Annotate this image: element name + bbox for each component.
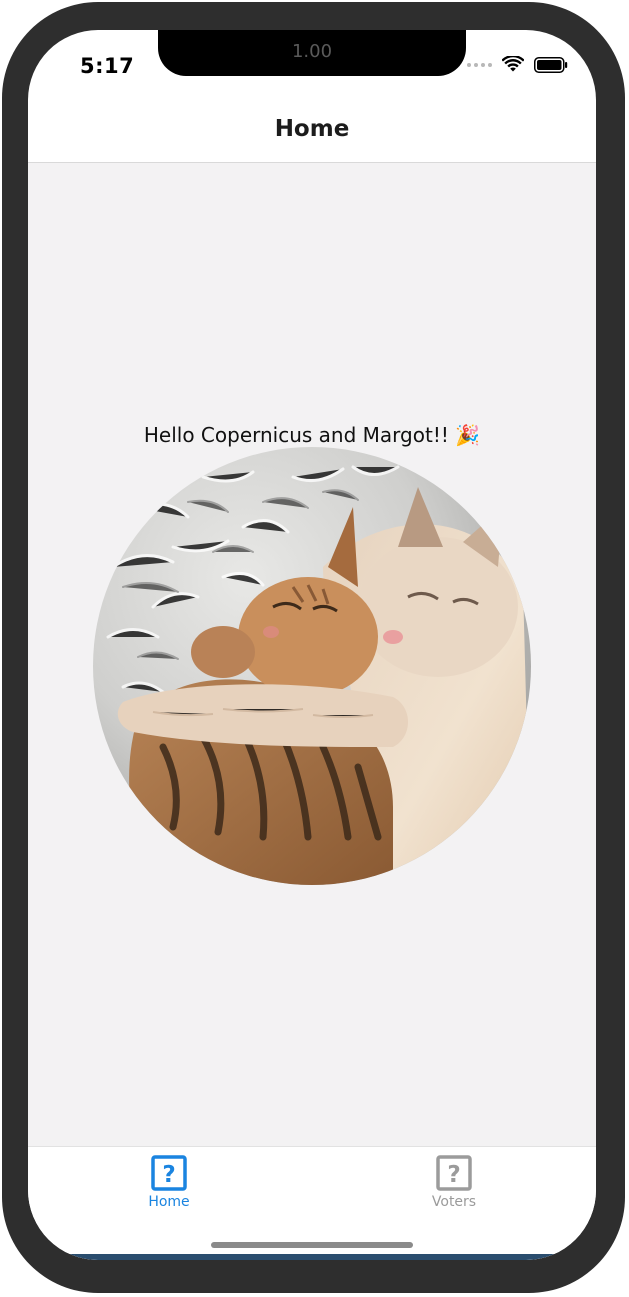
phone-screen: 5:17 1.00 Home Hello Copernicus and Marg… bbox=[28, 30, 596, 1260]
question-box-icon: ? bbox=[436, 1155, 472, 1191]
cats-photo bbox=[93, 447, 531, 885]
tab-home[interactable]: ? Home bbox=[99, 1155, 239, 1210]
bottom-strip bbox=[28, 1254, 596, 1260]
tab-home-label: Home bbox=[148, 1194, 190, 1210]
battery-icon bbox=[534, 56, 568, 73]
question-box-icon: ? bbox=[151, 1155, 187, 1191]
signal-dots-icon bbox=[467, 62, 492, 67]
tab-voters-label: Voters bbox=[431, 1194, 477, 1210]
navigation-bar: Home bbox=[28, 100, 596, 163]
notch: 1.00 bbox=[158, 30, 466, 76]
greeting-text: Hello Copernicus and Margot!! 🎉 bbox=[143, 423, 481, 447]
main-content: Hello Copernicus and Margot!! 🎉 bbox=[28, 163, 596, 1146]
wifi-icon bbox=[502, 56, 524, 72]
svg-text:?: ? bbox=[447, 1162, 460, 1188]
notch-label: 1.00 bbox=[291, 41, 333, 62]
home-indicator[interactable] bbox=[211, 1242, 413, 1248]
status-icons bbox=[467, 56, 568, 73]
tab-voters[interactable]: ? Voters bbox=[384, 1155, 524, 1210]
page-title: Home bbox=[274, 116, 350, 142]
status-time: 5:17 bbox=[80, 54, 135, 78]
svg-text:?: ? bbox=[162, 1162, 175, 1188]
phone-device: 5:17 1.00 Home Hello Copernicus and Marg… bbox=[0, 0, 629, 1297]
